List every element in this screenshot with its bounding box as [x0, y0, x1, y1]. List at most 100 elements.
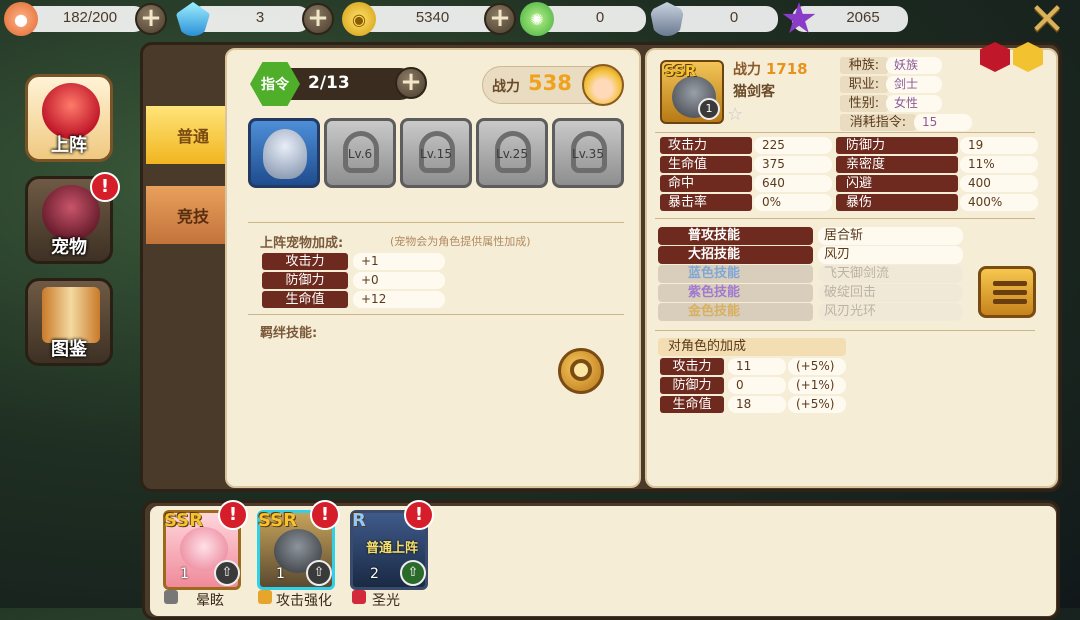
stat-label-defense: 防御力 — [836, 137, 958, 154]
pet-slot-2[interactable]: Lv.6 — [324, 118, 396, 188]
stat-value-defense: 19 — [960, 137, 1038, 154]
add-peach-button[interactable]: + — [135, 3, 167, 35]
hero-bonus-label-hp: 生命值 — [660, 396, 724, 413]
nav-lineup[interactable]: 上阵 — [25, 74, 113, 162]
slot-unlock-level: Lv.25 — [496, 147, 528, 161]
skill-list-button[interactable] — [978, 266, 1036, 318]
pet-slot-5[interactable]: Lv.35 — [552, 118, 624, 188]
divider — [655, 330, 1035, 331]
skill-label-normal: 普攻技能 — [658, 227, 813, 245]
skill-value-gold[interactable]: 风刃光环 — [818, 303, 963, 321]
resource-lollipop-value: 0 — [595, 9, 605, 26]
hero-bonus-value-defense: 0 — [728, 377, 786, 394]
pet-level-2: 1 — [276, 566, 285, 582]
skill-label-blue: 蓝色技能 — [658, 265, 813, 283]
skill-label-gold: 金色技能 — [658, 303, 813, 321]
hero-name: 猫剑客 — [733, 84, 775, 100]
divider — [655, 218, 1035, 219]
skill-value-blue[interactable]: 飞天御剑流 — [818, 265, 963, 283]
stat-label-accuracy: 命中 — [660, 175, 752, 192]
attack-up-icon — [258, 590, 272, 604]
slot-unlock-level: Lv.6 — [347, 147, 373, 161]
info-label-gender: 性别: — [840, 95, 888, 112]
nav-pets-label: 宠物 — [51, 237, 87, 258]
peach-icon: ● — [4, 2, 38, 36]
close-button[interactable]: ✕ — [1024, 0, 1070, 42]
pet-slot-1[interactable] — [248, 118, 320, 188]
command-count: 2/13 — [308, 73, 350, 93]
hero-level-badge: 1 — [698, 98, 720, 120]
skill-label-purple: 紫色技能 — [658, 284, 813, 302]
bonus-label-attack: 攻击力 — [262, 253, 348, 270]
stat-label-crit-rate: 暴击率 — [660, 194, 752, 211]
divider — [248, 222, 624, 223]
list-icon-line — [993, 299, 1027, 304]
pet-upgrade-badge-1: ⇧ — [214, 560, 240, 586]
pet-bonus-title: 上阵宠物加成: — [260, 236, 344, 251]
hero-bonus-title: 对角色的加成 — [658, 338, 846, 356]
pets-alert-badge: ! — [90, 172, 120, 202]
skill-value-normal[interactable]: 居合斩 — [818, 227, 963, 245]
skill-value-purple[interactable]: 破绽回击 — [818, 284, 963, 302]
info-value-class: 剑士 — [886, 76, 942, 93]
bonus-value-hp: +12 — [353, 291, 445, 308]
list-icon-line — [993, 281, 1027, 286]
skill-value-ultimate[interactable]: 风刃 — [818, 246, 963, 264]
bonus-value-attack: +1 — [353, 253, 445, 270]
stat-value-hp: 375 — [754, 156, 832, 173]
hero-bonus-pct-defense: (+1%) — [788, 377, 846, 394]
star-icon: ☆ — [727, 104, 744, 125]
team-power-value: 538 — [528, 71, 572, 95]
hero-power-label: 战力 — [733, 62, 761, 78]
pet-status-3: 普通上阵 — [365, 541, 418, 556]
pet-bonus-note: (宠物会为角色提供属性加成) — [390, 235, 531, 248]
bond-skill-title: 羁绊技能: — [260, 326, 318, 341]
nav-lineup-label: 上阵 — [51, 135, 87, 156]
info-value-gender: 女性 — [886, 95, 942, 112]
hero-bonus-label-attack: 攻击力 — [660, 358, 724, 375]
hero-bonus-label-defense: 防御力 — [660, 377, 724, 394]
add-gem-button[interactable]: + — [302, 3, 334, 35]
stat-value-crit-damage: 400% — [960, 194, 1038, 211]
add-gold-button[interactable]: + — [484, 3, 516, 35]
pet-slot-4[interactable]: Lv.25 — [476, 118, 548, 188]
pet-slot-3[interactable]: Lv.15 — [400, 118, 472, 188]
divider — [655, 132, 1035, 133]
pet-alert-2: ! — [310, 500, 340, 530]
pet-rank-1: SSR — [164, 510, 203, 531]
pet-rank-2: SSR — [258, 510, 297, 531]
slot-unlock-level: Lv.15 — [420, 147, 452, 161]
pet-rank-3: R — [352, 510, 366, 531]
resource-rank-value: 0 — [729, 9, 739, 26]
pet-level-1: 1 — [180, 566, 189, 582]
magnifier-icon — [570, 359, 592, 381]
bonus-label-hp: 生命值 — [262, 291, 348, 308]
hero-portrait[interactable]: SSR 1 — [660, 60, 724, 124]
magnifier-button[interactable] — [558, 348, 604, 394]
add-command-button[interactable]: + — [395, 67, 427, 99]
nav-codex[interactable]: 图鉴 — [25, 278, 113, 366]
hero-rank: SSR — [664, 62, 697, 80]
stat-label-crit-damage: 暴伤 — [836, 194, 958, 211]
pet-level-3: 2 — [370, 566, 379, 582]
stun-icon — [164, 590, 178, 604]
hero-bonus-value-hp: 18 — [728, 396, 786, 413]
leader-avatar[interactable] — [582, 64, 624, 106]
stat-value-accuracy: 640 — [754, 175, 832, 192]
list-icon-line — [993, 290, 1027, 295]
stat-label-dodge: 闪避 — [836, 175, 958, 192]
stat-value-intimacy: 11% — [960, 156, 1038, 173]
hero-bonus-pct-hp: (+5%) — [788, 396, 846, 413]
info-value-race: 妖族 — [886, 57, 942, 74]
stat-label-hp: 生命值 — [660, 156, 752, 173]
info-label-class: 职业: — [840, 76, 888, 93]
info-value-cost: 15 — [914, 114, 972, 131]
pet-upgrade-badge-2: ⇧ — [306, 560, 332, 586]
slot-unlock-level: Lv.35 — [572, 147, 604, 161]
skill-label-ultimate: 大招技能 — [658, 246, 813, 264]
hero-bonus-value-attack: 11 — [728, 358, 786, 375]
resource-gem-value: 3 — [255, 9, 265, 26]
stat-label-attack: 攻击力 — [660, 137, 752, 154]
hero-bonus-pct-attack: (+5%) — [788, 358, 846, 375]
hero-power: 战力 1718 — [733, 59, 808, 79]
